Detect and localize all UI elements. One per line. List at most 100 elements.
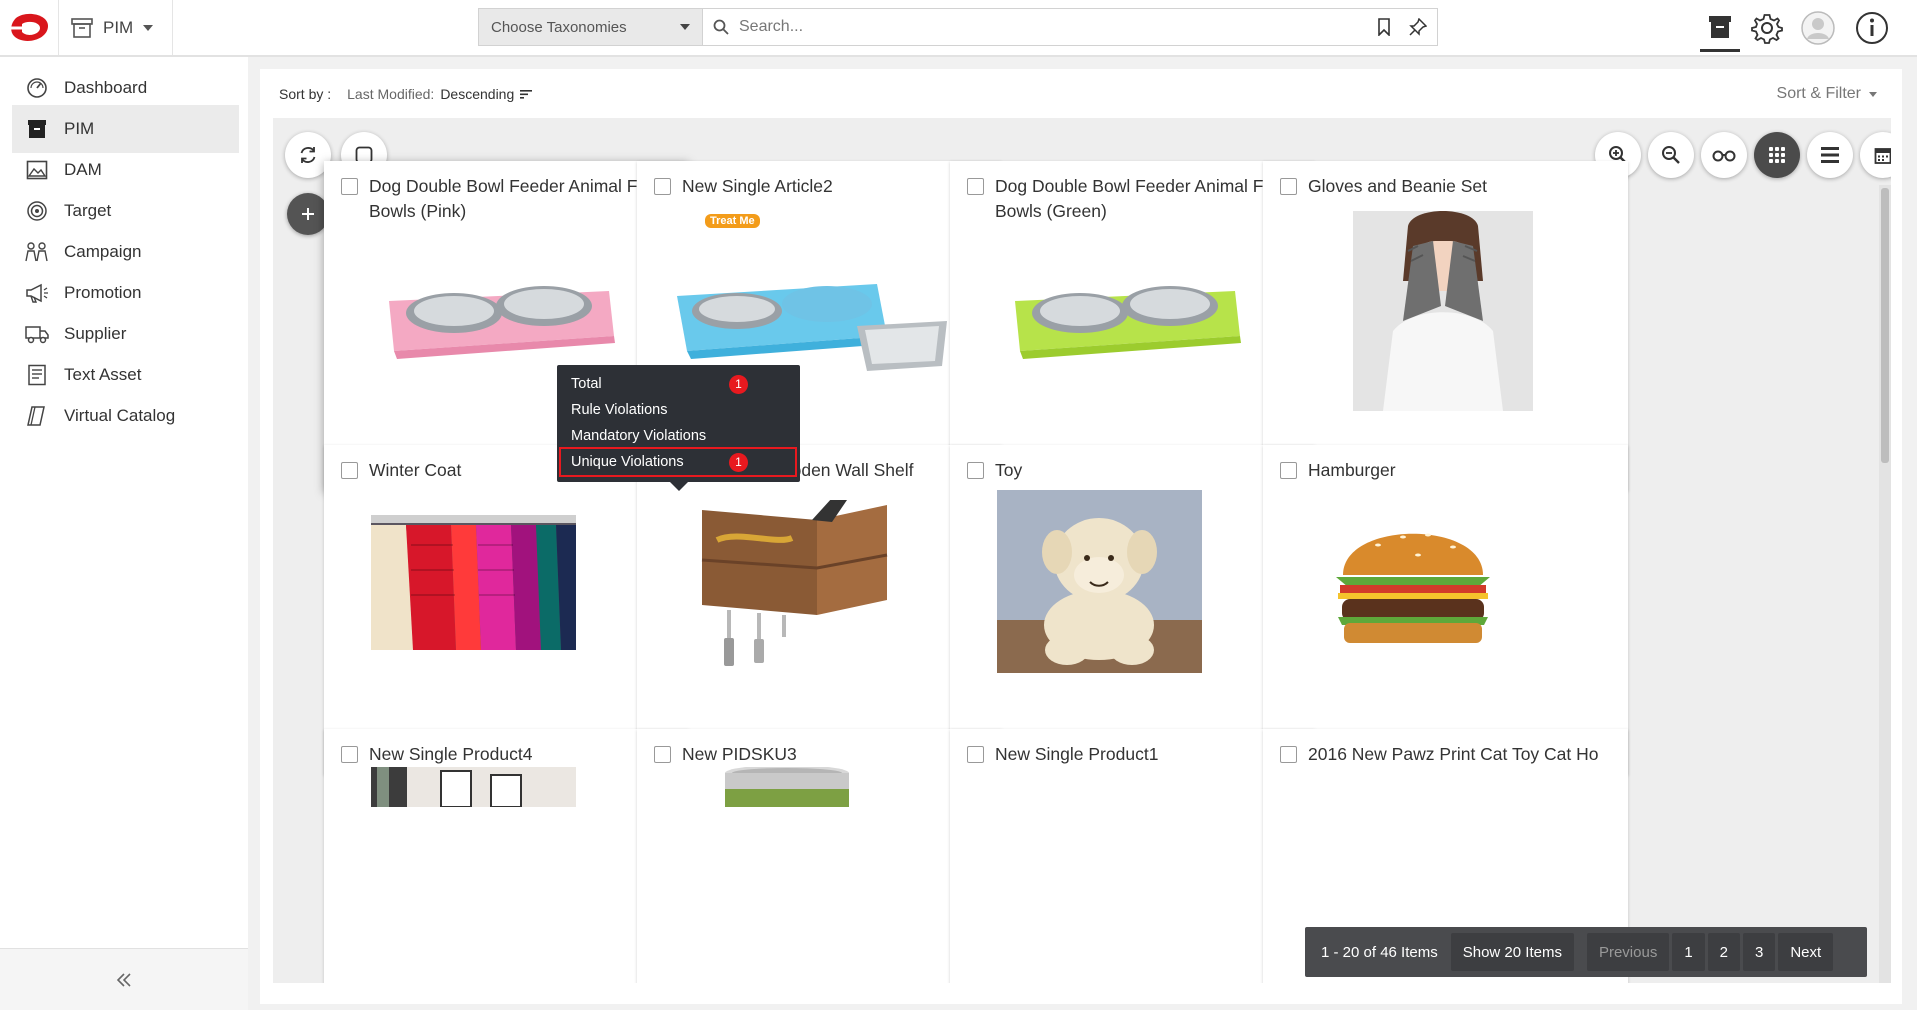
product-image: [1353, 211, 1533, 411]
card-checkbox[interactable]: [1280, 462, 1297, 479]
card-title[interactable]: New PIDSKU3: [682, 742, 987, 767]
gear-icon[interactable]: [1747, 8, 1787, 48]
sort-direction[interactable]: Descending: [440, 86, 514, 102]
pim-icon: [24, 116, 50, 142]
taxonomy-select[interactable]: Choose Taxonomies: [478, 8, 703, 46]
card-checkbox[interactable]: [967, 746, 984, 763]
pagination-bar: 1 - 20 of 46 Items Show 20 Items Previou…: [1305, 927, 1867, 977]
app-switcher[interactable]: PIM: [58, 0, 173, 55]
sidebar-item-label: PIM: [64, 119, 95, 138]
product-card[interactable]: New Single Product1: [950, 729, 1315, 983]
card-checkbox[interactable]: [967, 462, 984, 479]
caret-down-icon: [1869, 91, 1877, 97]
card-title[interactable]: 2016 New Pawz Print Cat Toy Cat Ho: [1308, 742, 1613, 767]
main-panel: Sort by : Last Modified: Descending Sort…: [260, 69, 1902, 1004]
sort-by-label: Sort by :: [279, 85, 332, 102]
search-icon: [713, 19, 729, 35]
popup-mandatory-label: Mandatory Violations: [571, 428, 707, 444]
virtual-catalog-icon: [24, 403, 50, 429]
popup-total-row[interactable]: Total 1: [571, 371, 800, 397]
taxonomy-placeholder: Choose Taxonomies: [491, 18, 627, 36]
sort-bar: Sort by : Last Modified: Descending Sort…: [260, 69, 1902, 118]
search-box: [702, 8, 1438, 46]
sidebar-item-label: DAM: [64, 160, 102, 179]
calendar-view-button[interactable]: [1860, 132, 1891, 178]
page-1-button[interactable]: 1: [1672, 933, 1705, 971]
top-bar: PIM Choose Taxonomies: [0, 0, 1917, 57]
sort-filter-label: Sort & Filter: [1776, 85, 1861, 102]
product-card[interactable]: ToyPRODUCT4: [950, 445, 1315, 775]
popup-arrow: [670, 482, 688, 491]
popup-highlight: [559, 447, 797, 477]
sidebar: Dashboard PIM DAM Target Campaign Promotion Su…: [0, 57, 248, 1010]
sidebar-item-virtual-catalog[interactable]: Virtual Catalog: [12, 392, 239, 440]
product-card[interactable]: Dog Double Bowl Feeder Animal Fo od Bowl…: [950, 161, 1315, 491]
product-image: [667, 266, 967, 376]
product-card[interactable]: HamburgerPRODUCT: [1263, 445, 1628, 775]
page-2-button[interactable]: 2: [1707, 933, 1740, 971]
collapse-sidebar-button[interactable]: [0, 948, 248, 1010]
campaign-icon: [24, 239, 50, 265]
product-card[interactable]: Winter CoatPRODUCT4: [324, 445, 689, 775]
pin-icon[interactable]: [1409, 18, 1427, 36]
sort-filter-toggle[interactable]: Sort & Filter: [1777, 85, 1877, 103]
next-button[interactable]: Next: [1778, 933, 1834, 971]
card-title[interactable]: Gloves and Beanie Set: [1308, 174, 1613, 199]
product-image: [371, 767, 576, 807]
card-title[interactable]: Dog Double Bowl Feeder Animal Fo od Bowl…: [995, 174, 1300, 224]
previous-button[interactable]: Previous: [1586, 933, 1670, 971]
target-icon: [24, 198, 50, 224]
bookmark-icon[interactable]: [1377, 18, 1391, 36]
sidebar-item-label: Supplier: [64, 324, 127, 343]
sidebar-item-label: Target: [64, 201, 112, 220]
violations-popup: Total 1 Rule Violations Mandatory Violat…: [557, 365, 800, 491]
sidebar-item-label: Promotion: [64, 283, 142, 302]
search-input[interactable]: [739, 18, 1367, 36]
brand-logo[interactable]: [8, 12, 52, 44]
grid-view-button[interactable]: [1754, 132, 1800, 178]
sidebar-item-label: Dashboard: [64, 78, 148, 97]
pim-app-icon[interactable]: [1700, 4, 1740, 52]
avatar[interactable]: [1798, 8, 1838, 48]
card-checkbox[interactable]: [654, 746, 671, 763]
card-checkbox[interactable]: [654, 178, 671, 195]
product-image: [371, 515, 576, 650]
sidebar-item-label: Virtual Catalog: [64, 406, 176, 425]
sort-field[interactable]: Last Modified:: [347, 86, 434, 102]
scrollbar-thumb[interactable]: [1881, 188, 1889, 463]
product-card[interactable]: 7CR 5050 Wooden Wall ShelfSINGLE_ARTICLE…: [637, 445, 1002, 775]
info-icon[interactable]: [1852, 8, 1892, 48]
list-view-button[interactable]: [1807, 132, 1853, 178]
product-card[interactable]: New Single Product4: [324, 729, 689, 983]
card-checkbox[interactable]: [1280, 178, 1297, 195]
card-checkbox[interactable]: [341, 178, 358, 195]
text-asset-icon: [24, 362, 50, 388]
card-checkbox[interactable]: [341, 462, 358, 479]
popup-rule-row[interactable]: Rule Violations: [571, 397, 800, 423]
preview-glasses-button[interactable]: [1701, 132, 1747, 178]
supplier-icon: [24, 321, 50, 347]
sort-desc-icon[interactable]: [520, 89, 533, 99]
card-checkbox[interactable]: [341, 746, 358, 763]
card-title[interactable]: New Single Article2: [682, 174, 987, 199]
product-grid: Dog Double Bowl Feeder Animal Fo od Bowl…: [273, 118, 1891, 983]
popup-mandatory-row[interactable]: Mandatory Violations: [571, 423, 800, 449]
show-items-button[interactable]: Show 20 Items: [1450, 933, 1574, 971]
dam-icon: [24, 157, 50, 183]
page-3-button[interactable]: 3: [1743, 933, 1776, 971]
product-card[interactable]: Gloves and Beanie SetPRODUCT4: [1263, 161, 1628, 491]
add-item-button[interactable]: [287, 193, 329, 235]
card-title[interactable]: Dog Double Bowl Feeder Animal Fo od Bowl…: [369, 174, 674, 224]
zoom-out-button[interactable]: [1648, 132, 1694, 178]
popup-total-label: Total: [571, 376, 602, 392]
card-title[interactable]: New Single Product1: [995, 742, 1300, 767]
sidebar-item-label: Campaign: [64, 242, 142, 261]
card-checkbox[interactable]: [1280, 746, 1297, 763]
card-title[interactable]: Toy: [995, 458, 1300, 483]
card-title[interactable]: Hamburger: [1308, 458, 1613, 483]
caret-down-icon: [143, 24, 154, 31]
popup-total-badge: 1: [729, 374, 748, 394]
product-card[interactable]: New PIDSKU3: [637, 729, 1002, 983]
card-title[interactable]: New Single Product4: [369, 742, 674, 767]
card-checkbox[interactable]: [967, 178, 984, 195]
